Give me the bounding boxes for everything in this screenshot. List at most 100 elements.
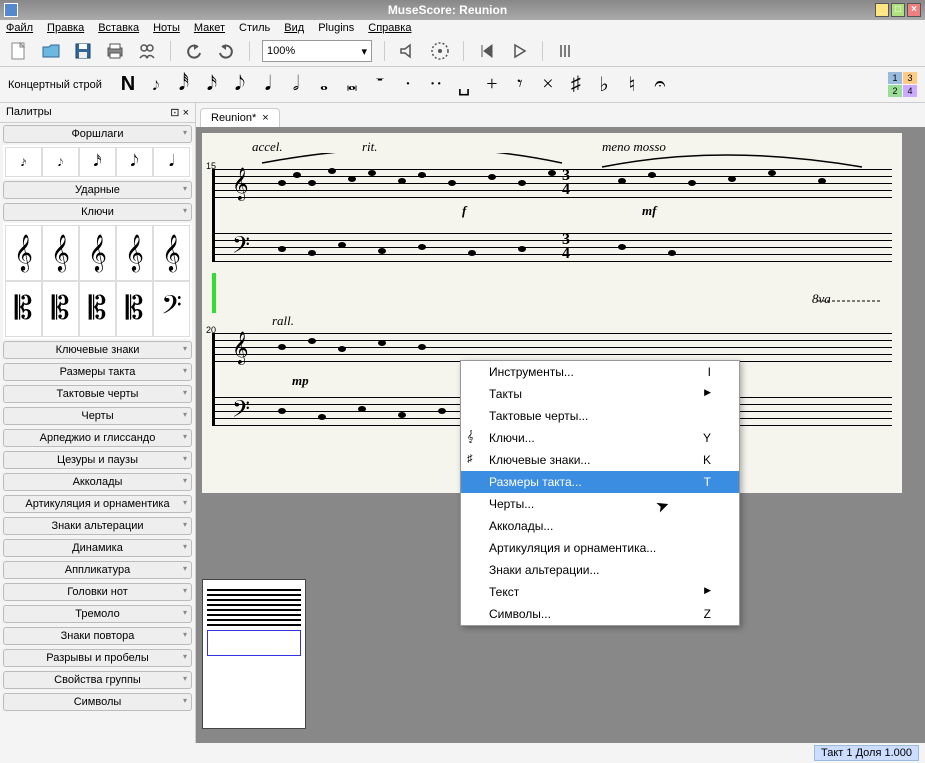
ctx-lines[interactable]: Черты... xyxy=(461,493,739,515)
rewind-icon[interactable] xyxy=(476,40,498,62)
ctx-instruments[interactable]: Инструменты...I xyxy=(461,361,739,383)
palette-keysig[interactable]: Ключевые знаки xyxy=(3,341,192,359)
note-16[interactable]: 𝅘𝅥𝅯 xyxy=(202,73,222,96)
clef-cell[interactable]: 𝄡 xyxy=(42,281,79,337)
palette-accid[interactable]: Знаки альтерации xyxy=(3,517,192,535)
clef-cell[interactable]: 𝄞 xyxy=(5,225,42,281)
note-64[interactable]: 𝆕 xyxy=(146,73,166,96)
sharp[interactable]: ♯ xyxy=(566,73,586,96)
palette-artic[interactable]: Артикуляция и орнаментика xyxy=(3,495,192,513)
palette-finger[interactable]: Аппликатура xyxy=(3,561,192,579)
grace-cell[interactable]: 𝅘𝅥𝅮 xyxy=(116,147,153,177)
ctx-timesig[interactable]: Размеры такта...T xyxy=(461,471,739,493)
menu-style[interactable]: Стиль xyxy=(239,22,270,34)
menu-view[interactable]: Вид xyxy=(284,22,304,34)
double-sharp[interactable]: × xyxy=(538,73,558,96)
play-icon[interactable] xyxy=(508,40,530,62)
maximize-button[interactable]: □ xyxy=(891,3,905,17)
palette-arp[interactable]: Арпеджио и глиссандо xyxy=(3,429,192,447)
menu-help[interactable]: Справка xyxy=(368,22,411,34)
palette-breath[interactable]: Цезуры и паузы xyxy=(3,451,192,469)
thumbnail-page-1[interactable] xyxy=(202,579,306,729)
clef-cell[interactable]: 𝄢 xyxy=(153,281,190,337)
palette-symbols[interactable]: Символы xyxy=(3,693,192,711)
palette-timesig[interactable]: Размеры такта xyxy=(3,363,192,381)
menu-layout[interactable]: Макет xyxy=(194,22,225,34)
sound-icon[interactable] xyxy=(397,40,419,62)
zoom-select[interactable]: 100%▾ xyxy=(262,40,372,62)
ctx-measures[interactable]: Такты▶ xyxy=(461,383,739,405)
voice-4[interactable]: 4 xyxy=(903,85,917,97)
new-file-icon[interactable] xyxy=(8,40,30,62)
close-button[interactable]: × xyxy=(907,3,921,17)
palette-brackets[interactable]: Акколады xyxy=(3,473,192,491)
menu-insert[interactable]: Вставка xyxy=(98,22,139,34)
clef-cell[interactable]: 𝄞 xyxy=(116,225,153,281)
menu-edit[interactable]: Правка xyxy=(47,22,84,34)
undo-icon[interactable] xyxy=(183,40,205,62)
rest2[interactable]: 𝄾 xyxy=(510,73,530,96)
clef-cell[interactable]: 𝄞 xyxy=(153,225,190,281)
clef-cell[interactable]: 𝄡 xyxy=(5,281,42,337)
concert-pitch-label[interactable]: Концертный строй xyxy=(8,79,102,91)
ctx-accid[interactable]: Знаки альтерации... xyxy=(461,559,739,581)
palette-drums[interactable]: Ударные xyxy=(3,181,192,199)
palette-beamprops[interactable]: Свойства группы xyxy=(3,671,192,689)
grace-cell[interactable]: 𝆕 xyxy=(42,147,79,177)
palette-undock-icon[interactable]: ⊡ × xyxy=(170,106,189,119)
repeat-icon[interactable] xyxy=(555,40,577,62)
note-half[interactable]: 𝅗𝅥 xyxy=(286,73,306,96)
natural[interactable]: ♮ xyxy=(622,72,642,97)
note-breve[interactable]: 𝅜 xyxy=(342,73,362,96)
menu-file[interactable]: Файл xyxy=(6,22,33,34)
print-icon[interactable] xyxy=(104,40,126,62)
ctx-text[interactable]: Текст▶ xyxy=(461,581,739,603)
grace-cell[interactable]: 𝅘𝅥 xyxy=(153,147,190,177)
redo-icon[interactable] xyxy=(215,40,237,62)
grace-cell[interactable]: 𝅘𝅥𝅯 xyxy=(79,147,116,177)
tab-reunion[interactable]: Reunion* × xyxy=(200,108,280,127)
palette-breaks[interactable]: Разрывы и пробелы xyxy=(3,649,192,667)
note-32[interactable]: 𝅘𝅥𝅰 xyxy=(174,73,194,96)
note-input-n[interactable]: N xyxy=(118,73,138,96)
palette-dyn[interactable]: Динамика xyxy=(3,539,192,557)
grace-cell[interactable]: 𝆔 xyxy=(5,147,42,177)
clef-cell[interactable]: 𝄡 xyxy=(79,281,116,337)
palette-lines[interactable]: Черты xyxy=(3,407,192,425)
tie[interactable]: ␣ xyxy=(454,72,474,97)
voice-2[interactable]: 2 xyxy=(888,85,902,97)
note-8[interactable]: 𝅘𝅥𝅮 xyxy=(230,73,250,96)
note-whole[interactable]: 𝅝 xyxy=(314,73,334,96)
menu-plugins[interactable]: Plugins xyxy=(318,22,354,34)
ctx-brackets[interactable]: Акколады... xyxy=(461,515,739,537)
palette-clefs[interactable]: Ключи xyxy=(3,203,192,221)
ctx-barlines[interactable]: Тактовые черты... xyxy=(461,405,739,427)
note-quarter[interactable]: 𝅘𝅥 xyxy=(258,73,278,96)
palette-tremolo[interactable]: Тремоло xyxy=(3,605,192,623)
save-file-icon[interactable] xyxy=(72,40,94,62)
voice-3[interactable]: 3 xyxy=(903,72,917,84)
dot[interactable]: · xyxy=(398,73,418,96)
palette-repeats[interactable]: Знаки повтора xyxy=(3,627,192,645)
palette-heads[interactable]: Головки нот xyxy=(3,583,192,601)
flat[interactable]: ♭ xyxy=(594,72,614,97)
clef-cell[interactable]: 𝄞 xyxy=(42,225,79,281)
minimize-button[interactable]: _ xyxy=(875,3,889,17)
open-file-icon[interactable] xyxy=(40,40,62,62)
clef-cell[interactable]: 𝄡 xyxy=(116,281,153,337)
double-dot[interactable]: ·· xyxy=(426,73,446,96)
menu-notes[interactable]: Ноты xyxy=(153,22,180,34)
voice-1[interactable]: 1 xyxy=(888,72,902,84)
palette-barlines[interactable]: Тактовые черты xyxy=(3,385,192,403)
clef-cell[interactable]: 𝄞 xyxy=(79,225,116,281)
ctx-keysig[interactable]: ♯Ключевые знаки...K xyxy=(461,449,739,471)
rest[interactable]: + xyxy=(482,73,502,96)
palette-grace[interactable]: Форшлаги xyxy=(3,125,192,143)
ctx-clefs[interactable]: 𝄞Ключи...Y xyxy=(461,427,739,449)
close-tab-icon[interactable]: × xyxy=(262,112,268,124)
midi-icon[interactable] xyxy=(429,40,451,62)
ctx-symbols[interactable]: Символы...Z xyxy=(461,603,739,625)
community-icon[interactable] xyxy=(136,40,158,62)
flip[interactable]: 𝄐 xyxy=(650,73,670,96)
ctx-artic[interactable]: Артикуляция и орнаментика... xyxy=(461,537,739,559)
